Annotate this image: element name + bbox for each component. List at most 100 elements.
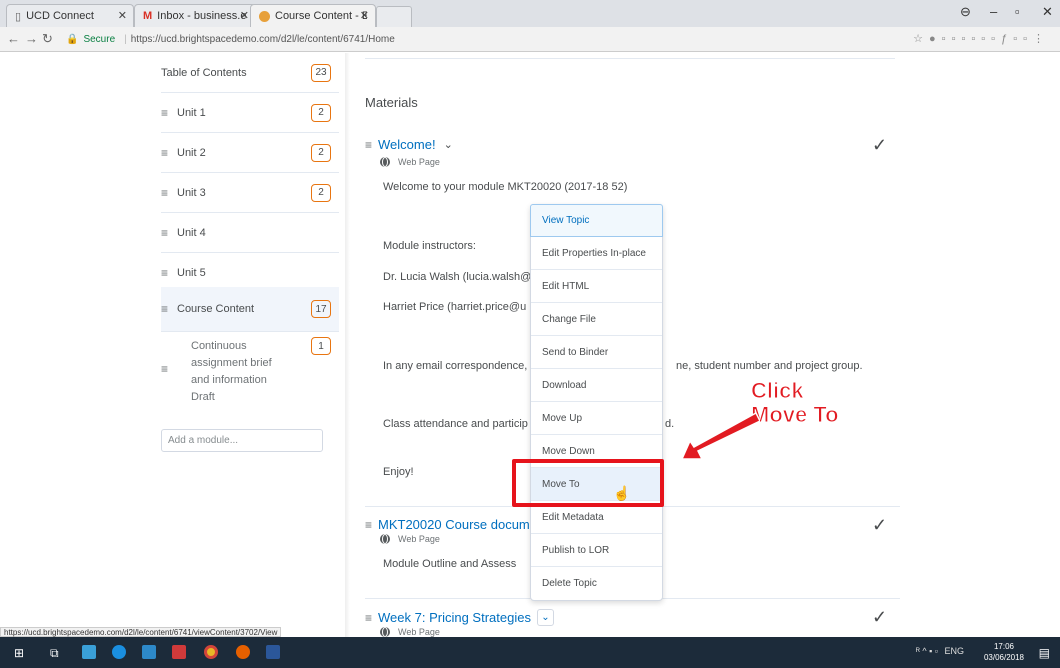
tab-label: Course Content - EdTech bbox=[275, 10, 367, 22]
chevron-down-icon[interactable]: ⌄ bbox=[536, 609, 554, 626]
drag-handle-icon[interactable]: ≡ bbox=[161, 266, 177, 280]
lock-icon: 🔒 bbox=[66, 34, 79, 45]
sidebar-item-unit-3[interactable]: ≡ Unit 3 2 bbox=[161, 173, 339, 213]
topic-type: Web Page bbox=[380, 534, 440, 544]
drag-handle-icon[interactable]: ≡ bbox=[365, 138, 372, 152]
drag-handle-icon[interactable]: ≡ bbox=[161, 186, 177, 200]
toc-label: Table of Contents bbox=[161, 66, 247, 79]
attendance-note: Class attendance and particip bbox=[383, 418, 528, 430]
count-badge: 1 bbox=[311, 337, 331, 355]
table-of-contents-panel: Table of Contents 23 ≡ Unit 1 2 ≡ Unit 2… bbox=[147, 53, 345, 637]
instructor-1: Dr. Lucia Walsh (lucia.walsh@ bbox=[383, 271, 532, 283]
sidebar-item-course-content[interactable]: ≡ Course Content 17 bbox=[161, 287, 339, 332]
topic-type-label: Web Page bbox=[398, 534, 440, 544]
chrome-icon[interactable] bbox=[204, 645, 218, 659]
sidebar-item-unit-1[interactable]: ≡ Unit 1 2 bbox=[161, 93, 339, 133]
edge-icon[interactable] bbox=[112, 645, 126, 659]
back-icon[interactable]: ← bbox=[7, 31, 20, 46]
divider bbox=[365, 58, 895, 59]
instructors-label: Module instructors: bbox=[383, 240, 476, 252]
drag-handle-icon[interactable]: ≡ bbox=[365, 518, 372, 532]
tab-course-content[interactable]: Course Content - EdTech ✕ bbox=[250, 4, 376, 27]
clock-date: 03/06/2018 bbox=[983, 653, 1024, 662]
count-badge: 2 bbox=[311, 143, 331, 162]
restore-icon[interactable]: ▫ bbox=[1015, 4, 1020, 19]
attendance-note-continued: d. bbox=[665, 418, 675, 430]
clock-time: 17:06 bbox=[993, 642, 1014, 651]
word-icon[interactable] bbox=[266, 645, 280, 659]
panel-divider bbox=[345, 53, 350, 637]
new-tab-button[interactable] bbox=[376, 6, 412, 27]
firefox-icon[interactable] bbox=[236, 645, 250, 659]
menu-item-view-topic[interactable]: View Topic bbox=[530, 204, 663, 237]
clock[interactable]: 17:06 03/06/2018 bbox=[984, 641, 1024, 663]
forward-icon[interactable]: → bbox=[25, 31, 38, 46]
chevron-down-icon[interactable]: ⌄ bbox=[444, 138, 453, 151]
menu-item-edit-properties[interactable]: Edit Properties In-place bbox=[531, 237, 662, 270]
topic-course-document-link[interactable]: ≡ MKT20020 Course docume bbox=[365, 517, 537, 532]
checkmark-icon: ✓ bbox=[872, 135, 888, 155]
drag-handle-icon[interactable]: ≡ bbox=[161, 106, 177, 120]
drag-handle-icon[interactable]: ≡ bbox=[161, 362, 168, 376]
topic-pricing-strategies-link[interactable]: ≡ Week 7: Pricing Strategies ⌄ bbox=[365, 609, 554, 626]
sidebar-item-label: Unit 5 bbox=[177, 266, 206, 279]
toc-header[interactable]: Table of Contents 23 bbox=[161, 53, 339, 93]
app-icon[interactable] bbox=[172, 645, 186, 659]
email-note-continued: ne, student number and project group. bbox=[676, 360, 863, 372]
url-input[interactable]: 🔒 Secure | https://ucd.brightspacedemo.c… bbox=[60, 30, 650, 49]
add-module-input[interactable]: Add a module... bbox=[161, 429, 323, 452]
minimize-icon[interactable]: – bbox=[990, 4, 997, 19]
profile-icon[interactable]: ⊖ bbox=[960, 4, 971, 20]
close-window-icon[interactable]: ✕ bbox=[1042, 4, 1053, 20]
reload-icon[interactable]: ↻ bbox=[42, 31, 53, 47]
topic-type: Web Page bbox=[380, 627, 440, 637]
sidebar-subitem-label: Continuous assignment brief and informat… bbox=[191, 340, 272, 403]
topic-title: MKT20020 Course docume bbox=[378, 517, 537, 532]
topic-type: Web Page bbox=[380, 157, 440, 167]
topic-title: Welcome! bbox=[378, 137, 436, 152]
close-icon[interactable]: ✕ bbox=[360, 9, 369, 22]
sidebar-item-label: Unit 2 bbox=[177, 146, 206, 159]
topic-context-menu: View Topic Edit Properties In-place Edit… bbox=[530, 204, 663, 601]
menu-item-delete-topic[interactable]: Delete Topic bbox=[531, 567, 662, 600]
page-content: Table of Contents 23 ≡ Unit 1 2 ≡ Unit 2… bbox=[0, 53, 1060, 637]
menu-item-publish-to-lor[interactable]: Publish to LOR bbox=[531, 534, 662, 567]
topic-type-label: Web Page bbox=[398, 627, 440, 637]
language-label[interactable]: ENG bbox=[944, 646, 964, 656]
extension-icons[interactable]: ☆●▫▫▫▫▫▫ƒ▫▫⋮ bbox=[913, 32, 1050, 45]
annotation-arrow bbox=[680, 411, 760, 460]
drag-handle-icon[interactable]: ≡ bbox=[365, 611, 372, 625]
sidebar-item-unit-4[interactable]: ≡ Unit 4 bbox=[161, 213, 339, 253]
sidebar-item-label: Unit 1 bbox=[177, 106, 206, 119]
drag-handle-icon[interactable]: ≡ bbox=[161, 226, 177, 240]
drag-handle-icon[interactable]: ≡ bbox=[161, 302, 177, 316]
menu-item-send-to-binder[interactable]: Send to Binder bbox=[531, 336, 662, 369]
topic-welcome-link[interactable]: ≡ Welcome! ⌄ bbox=[365, 137, 453, 152]
drag-handle-icon[interactable]: ≡ bbox=[161, 146, 177, 160]
menu-item-move-up[interactable]: Move Up bbox=[531, 402, 662, 435]
notification-icon[interactable]: ▤ bbox=[1039, 646, 1050, 660]
url-separator: | bbox=[124, 34, 127, 45]
tab-ucd-connect[interactable]: ▯ UCD Connect ✕ bbox=[6, 4, 134, 27]
instructor-2: Harriet Price (harriet.price@u bbox=[383, 301, 527, 313]
task-view-icon[interactable]: ⧉ bbox=[50, 646, 59, 661]
tab-label: UCD Connect bbox=[26, 10, 94, 22]
sidebar-subitem-assignment-brief[interactable]: ≡ Continuous assignment brief and inform… bbox=[161, 332, 339, 406]
sidebar-item-label: Course Content bbox=[177, 303, 255, 315]
explorer-icon[interactable] bbox=[82, 645, 96, 659]
store-icon[interactable] bbox=[142, 645, 156, 659]
checkmark-icon: ✓ bbox=[872, 607, 888, 627]
menu-item-edit-html[interactable]: Edit HTML bbox=[531, 270, 662, 303]
sidebar-item-unit-2[interactable]: ≡ Unit 2 2 bbox=[161, 133, 339, 173]
close-icon[interactable]: ✕ bbox=[118, 9, 127, 22]
tab-label: Inbox - business.elearni bbox=[157, 10, 247, 22]
address-bar-row: ← → ↻ 🔒 Secure | https://ucd.brightspace… bbox=[0, 27, 1060, 52]
close-icon[interactable]: ✕ bbox=[240, 9, 249, 22]
windows-start-icon[interactable]: ⊞ bbox=[14, 646, 24, 660]
system-tray-icons[interactable]: ᴿ ^ ▪ ▫ bbox=[916, 646, 938, 656]
tab-inbox[interactable]: M Inbox - business.elearni ✕ bbox=[134, 4, 256, 27]
menu-item-change-file[interactable]: Change File bbox=[531, 303, 662, 336]
sidebar-item-label: Unit 4 bbox=[177, 226, 206, 239]
menu-item-download[interactable]: Download bbox=[531, 369, 662, 402]
globe-icon bbox=[380, 627, 390, 637]
